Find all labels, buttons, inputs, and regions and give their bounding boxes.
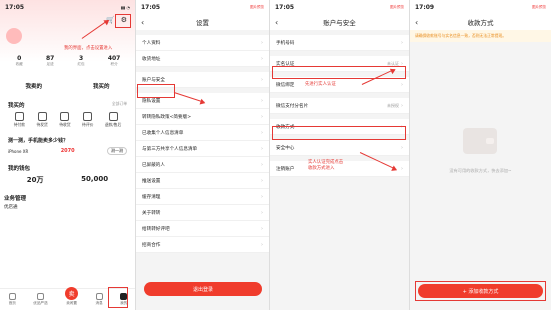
annotation-me: 我的界面，点击设置进入 — [64, 46, 113, 51]
row-rate[interactable]: 给转转好评吧 › — [136, 221, 269, 237]
settings-panel: 17:05 图片预览 ‹ 设置 个人资料 › 收货地址 › 账户与安全 › 隐私设置 › 转… — [136, 0, 270, 310]
wallet-amount-2[interactable]: 50,000 — [81, 175, 108, 185]
annotation-payment: 实人认证完成点击 收款方式进入 — [308, 160, 344, 171]
tab-select[interactable]: 优品严选 — [33, 293, 48, 306]
stat-redpacket[interactable]: 3 红包 — [77, 55, 84, 67]
status-bar: 17:05 图片预览 — [270, 0, 409, 14]
highlight-account-security — [137, 84, 175, 98]
status-bar: 17:05 ▮▮ ◔ — [5, 3, 130, 11]
bought-card: 我买的 全部订单 待付款 待发货 待收货 待评价 退款/售后 — [4, 98, 131, 131]
row-wx-pay-score[interactable]: 微信支付分名片 未授权 › — [270, 98, 409, 114]
highlight-settings — [115, 14, 131, 28]
highlight-add-payment — [415, 281, 546, 301]
row-about[interactable]: 关于转转 › — [136, 205, 269, 221]
profile-stats: 0 收藏 87 足迹 3 红包 407 积分 — [0, 55, 135, 67]
account-navbar: ‹ 账户与安全 — [270, 14, 409, 30]
status-bar: 17:05 图片预览 — [136, 0, 269, 14]
status-bar: 17:09 图片预览 — [410, 0, 551, 14]
settings-navbar: ‹ 设置 — [136, 14, 269, 30]
page-title: 账户与安全 — [323, 19, 356, 27]
tab-messages[interactable]: 消息 — [95, 293, 103, 306]
row-info-list[interactable]: 已收集个人信息清单 › — [136, 125, 269, 141]
order-refund[interactable]: 退款/售后 — [105, 112, 121, 128]
row-blocked[interactable]: 已屏蔽的人 › — [136, 157, 269, 173]
back-icon[interactable]: ‹ — [415, 18, 418, 27]
row-third-party[interactable]: 与第三方共享个人信息清单 › — [136, 141, 269, 157]
stat-history[interactable]: 87 足迹 — [46, 55, 54, 67]
back-icon[interactable]: ‹ — [275, 18, 278, 27]
payment-navbar: ‹ 收款方式 — [410, 14, 551, 30]
wallet-title: 我的钱包 — [8, 166, 31, 172]
estimate-button[interactable]: 测一测 — [107, 147, 127, 155]
row-business[interactable]: 招商合作 › — [136, 237, 269, 253]
row-address[interactable]: 收货地址 › — [136, 51, 269, 67]
my-bought-link[interactable]: 我买的 — [93, 82, 110, 90]
sell-icon: 卖 — [65, 287, 79, 300]
payment-methods-panel: 17:09 图片预览 ‹ 收款方式 请确保收款账号与实名信息一致，否则无法正常提现。… — [410, 0, 551, 310]
order-pending-ship[interactable]: 待发货 — [36, 112, 48, 128]
row-security-center[interactable]: 安全中心 › — [270, 140, 409, 156]
order-pending-review[interactable]: 待评价 — [82, 112, 93, 128]
page-title: 收款方式 — [467, 19, 494, 27]
phone-model: iPhone XR — [8, 148, 29, 154]
notice-banner: 请确保收款账号与实名信息一致，否则无法正常提现。 — [410, 30, 551, 42]
phone-estimate-card: 测一测，手机能卖多少钱？ iPhone XR 2070 测一测 — [4, 134, 131, 158]
row-privacy-policy[interactable]: 转转隐私政策<简要版> › — [136, 109, 269, 125]
shop-tool-item[interactable]: 优店通 — [4, 204, 131, 210]
me-page-panel: 17:05 ▮▮ ◔ 🛒 ⚙ 0 收藏 87 足迹 3 红包 407 积分 我卖的 我买的… — [0, 0, 136, 310]
order-pending-pay[interactable]: 待付款 — [14, 112, 25, 128]
row-wechat[interactable]: 微信绑定 › — [270, 77, 409, 93]
empty-message: 没有可用的收款方式，快去添加~ — [449, 168, 512, 173]
tab-home[interactable]: 首页 — [9, 293, 16, 306]
logout-button[interactable]: 退出登录 — [144, 282, 262, 296]
page-title: 设置 — [196, 19, 209, 27]
row-phone[interactable]: 手机号码 › — [270, 35, 409, 51]
highlight-payment — [272, 126, 406, 140]
stat-favorites[interactable]: 0 收藏 — [16, 55, 23, 67]
wallet-amount-1[interactable]: 20万 — [27, 175, 44, 185]
account-security-panel: 17:05 图片预览 ‹ 账户与安全 手机号码 › 实名认证 未认证 › 微信绑定 › 微信… — [270, 0, 410, 310]
back-icon[interactable]: ‹ — [141, 18, 144, 27]
stat-points[interactable]: 407 积分 — [108, 55, 121, 67]
row-cache[interactable]: 缓存清理 › — [136, 189, 269, 205]
empty-wallet-icon — [463, 128, 497, 154]
wallet-card: 我的钱包 20万 50,000 — [4, 161, 131, 188]
status-time: 17:05 — [5, 3, 25, 11]
business-section: 业务管理 优店通 — [0, 191, 135, 213]
row-push[interactable]: 推送设置 › — [136, 173, 269, 189]
all-orders-link[interactable]: 全部订单 — [112, 101, 127, 109]
my-sold-link[interactable]: 我卖的 — [25, 82, 42, 90]
order-pending-receive[interactable]: 待收货 — [59, 112, 71, 128]
phone-price: 2070 — [60, 148, 75, 154]
row-profile[interactable]: 个人资料 › — [136, 35, 269, 51]
annotation-real-name: 先进行实人认证 — [305, 82, 336, 87]
highlight-me-tab — [108, 287, 128, 308]
bought-title: 我买的 — [8, 103, 25, 109]
tab-sell[interactable]: 卖卖闲置 — [65, 287, 79, 306]
avatar[interactable] — [6, 28, 22, 44]
